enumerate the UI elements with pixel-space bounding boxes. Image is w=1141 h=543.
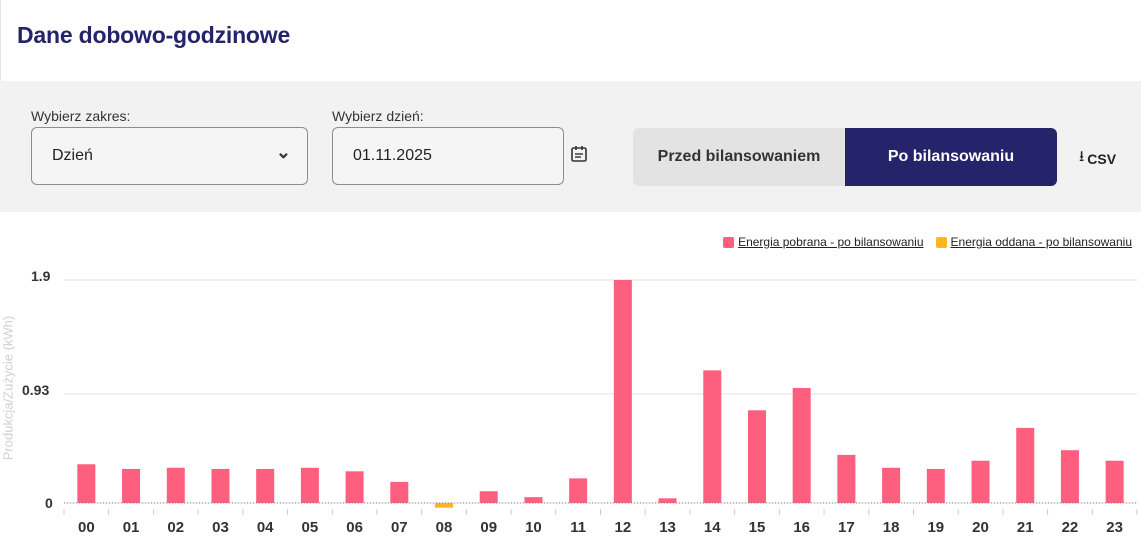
x-tick-label: 10	[525, 519, 542, 536]
x-tick-label: 18	[883, 519, 900, 536]
x-tick-label: 05	[302, 519, 319, 536]
x-tick-label: 01	[123, 519, 140, 536]
bar-consumed	[390, 481, 409, 503]
x-tick-label: 11	[570, 519, 586, 536]
x-tick-label: 06	[346, 519, 363, 536]
x-tick-label: 23	[1106, 519, 1123, 536]
bar-consumed	[837, 454, 856, 503]
bar-consumed	[211, 468, 230, 503]
bar-consumed	[77, 464, 96, 503]
bar-consumed	[1060, 450, 1079, 503]
x-tick-label: 08	[436, 519, 453, 536]
x-tick-label: 07	[391, 519, 408, 536]
bar-consumed	[479, 491, 498, 503]
bar-produced	[435, 503, 454, 508]
x-tick-label: 03	[212, 519, 229, 536]
bar-consumed	[792, 387, 811, 503]
chart-plot: 00 01 02 03 04 05 06 07 08 09 10 11 12 13 14 15 16 17 18 19…	[63, 279, 1138, 536]
x-tick-label: 02	[167, 519, 184, 536]
x-tick-label: 13	[659, 519, 676, 536]
x-tick-label: 16	[793, 519, 810, 536]
bar-consumed	[926, 468, 945, 503]
bar-consumed	[166, 467, 185, 503]
bar-consumed	[122, 468, 141, 503]
bar-consumed	[747, 410, 766, 503]
x-tick-label: 20	[972, 519, 989, 536]
x-tick-label: 17	[838, 519, 855, 536]
x-tick-label: 19	[927, 519, 944, 536]
bar-consumed	[703, 370, 722, 503]
x-tick-label: 21	[1017, 519, 1034, 536]
bar-consumed	[1016, 427, 1035, 503]
bar-consumed	[971, 460, 990, 503]
bar-consumed	[256, 468, 275, 503]
x-tick-label: 00	[78, 519, 95, 536]
bar-consumed	[658, 498, 677, 503]
x-tick-label: 15	[749, 519, 766, 536]
bar-consumed	[300, 467, 319, 503]
bar-consumed	[569, 478, 588, 503]
x-tick-label: 04	[257, 519, 274, 536]
bar-consumed	[524, 497, 543, 503]
bar-consumed	[882, 467, 901, 503]
bar-consumed	[613, 280, 632, 503]
bar-consumed	[345, 471, 364, 503]
bar-consumed	[1105, 460, 1124, 503]
x-tick-label: 22	[1062, 519, 1079, 536]
x-tick-label: 12	[615, 519, 632, 536]
x-tick-label: 09	[480, 519, 497, 536]
x-tick-label: 14	[704, 519, 721, 536]
